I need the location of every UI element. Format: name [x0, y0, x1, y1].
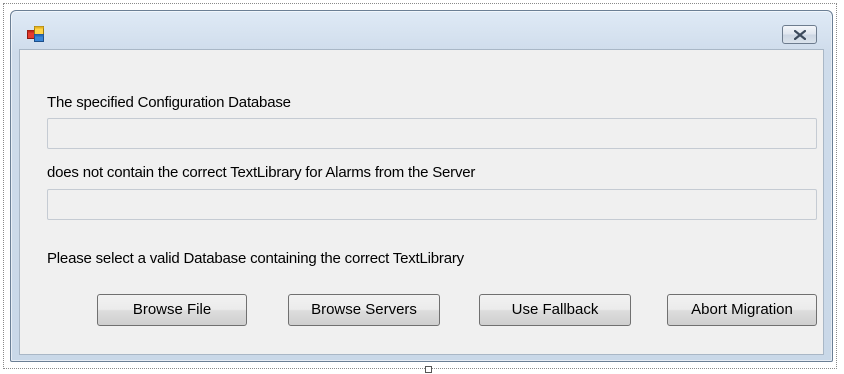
dialog-client-area: The specified Configuration Database doe…	[19, 49, 824, 355]
server-field[interactable]	[47, 189, 817, 220]
select-database-instruction-label: Please select a valid Database containin…	[47, 250, 464, 267]
textlibrary-missing-label: does not contain the correct TextLibrary…	[47, 164, 476, 181]
use-fallback-button[interactable]: Use Fallback	[479, 294, 631, 326]
browse-file-button[interactable]: Browse File	[97, 294, 247, 326]
application-window-icon	[27, 26, 44, 42]
configuration-database-label: The specified Configuration Database	[47, 94, 291, 111]
browse-servers-button[interactable]: Browse Servers	[288, 294, 440, 326]
close-x-icon	[794, 30, 806, 40]
abort-migration-button[interactable]: Abort Migration	[667, 294, 817, 326]
dialog-window: The specified Configuration Database doe…	[10, 10, 833, 362]
configuration-database-field[interactable]	[47, 118, 817, 149]
resize-grip-handle[interactable]	[425, 366, 432, 373]
close-button[interactable]	[782, 25, 817, 44]
title-bar[interactable]	[11, 11, 832, 45]
